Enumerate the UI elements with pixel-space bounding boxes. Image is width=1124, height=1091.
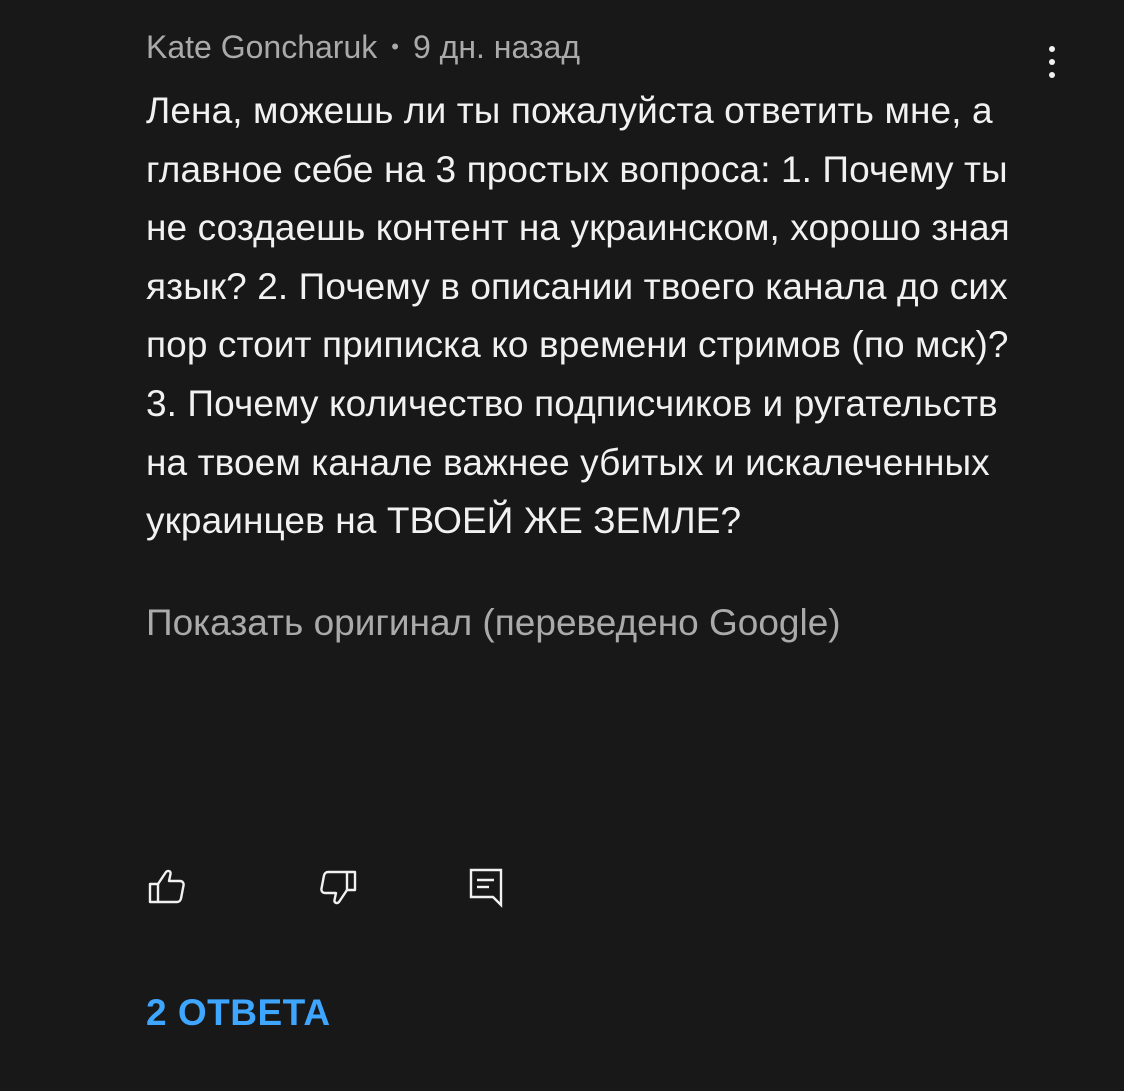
show-original-link[interactable]: Показать оригинал (переведено Google) [146, 601, 1046, 645]
more-options-button[interactable] [1030, 40, 1074, 84]
thumbs-down-icon [320, 870, 357, 905]
like-button[interactable] [140, 862, 190, 912]
comment-meta: Kate Goncharuk • 9 дн. назад [146, 28, 1046, 66]
comment: Kate Goncharuk • 9 дн. назад Лена, можеш… [146, 28, 1046, 645]
comment-reply-icon [469, 868, 503, 908]
comment-time[interactable]: 9 дн. назад [413, 28, 580, 66]
meta-separator: • [391, 34, 399, 59]
reply-button[interactable] [462, 862, 512, 912]
comment-actions [140, 862, 540, 912]
more-vertical-icon-dot [1049, 72, 1055, 78]
more-vertical-icon-dot [1049, 59, 1055, 65]
comment-text: Лена, можешь ли ты пожалуйста ответить м… [146, 90, 1010, 542]
dislike-button[interactable] [315, 862, 365, 912]
more-vertical-icon [1049, 46, 1055, 52]
comment-author[interactable]: Kate Goncharuk [146, 28, 377, 66]
replies-button[interactable]: 2 ОТВЕТА [146, 991, 331, 1035]
thumbs-up-icon [148, 869, 185, 904]
